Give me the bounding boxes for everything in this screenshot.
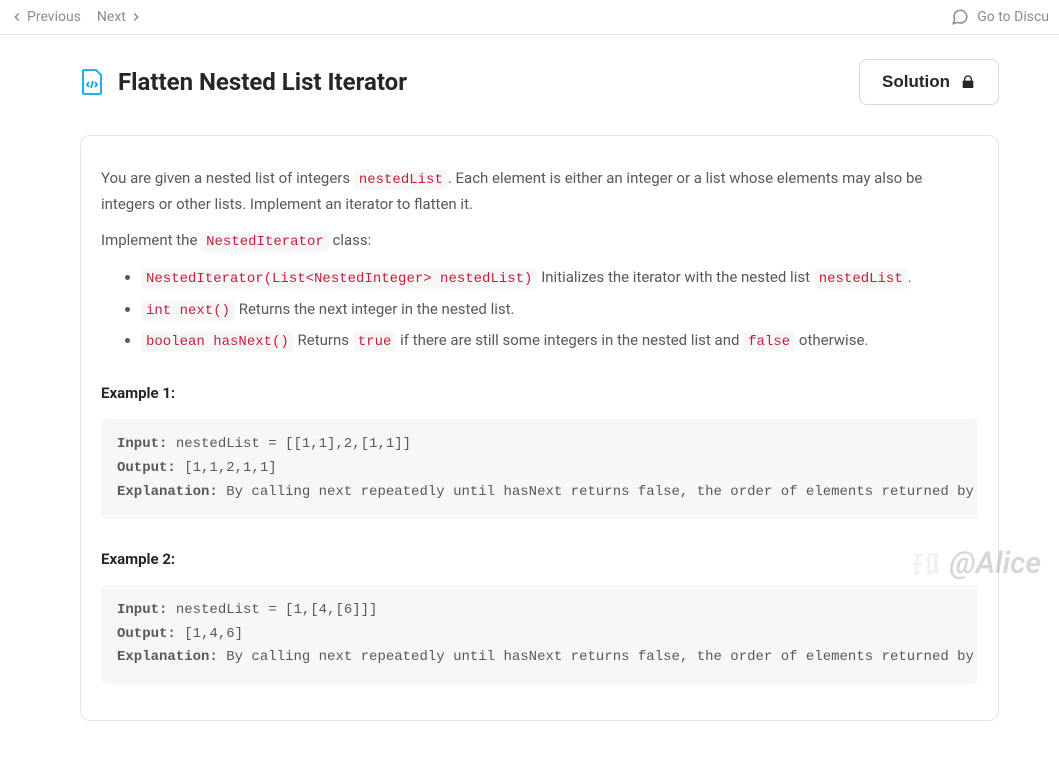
code-true: true [353,332,397,352]
example-2-block: Input: nestedList = [1,[4,[6]]] Output: … [101,585,978,684]
chevron-left-icon [10,10,24,24]
discuss-label: Go to Discu [977,6,1049,28]
code-hasnext: boolean hasNext() [141,332,294,352]
title-wrap: Flatten Nested List Iterator [80,63,407,101]
list-item: NestedIterator(List<NestedInteger> neste… [141,265,978,290]
code-constructor: NestedIterator(List<NestedInteger> neste… [141,269,537,289]
comment-icon [951,8,969,26]
prev-link[interactable]: Previous [10,6,81,28]
main-container: Flatten Nested List Iterator Solution Yo… [0,59,1059,761]
next-link[interactable]: Next [97,6,143,28]
lock-icon [960,74,976,90]
paragraph-intro: You are given a nested list of integers … [101,166,978,215]
code-false: false [743,332,795,352]
chevron-right-icon [129,10,143,24]
solution-label: Solution [882,72,950,92]
content-card: You are given a nested list of integers … [80,135,999,721]
list-item: boolean hasNext() Returns true if there … [141,328,978,353]
discuss-link[interactable]: Go to Discu [951,6,1049,28]
example-2-label: Example 2: [101,547,978,571]
page-title: Flatten Nested List Iterator [118,63,407,101]
header-row: Flatten Nested List Iterator Solution [80,59,999,105]
next-label: Next [97,6,126,28]
nav-left: Previous Next [10,6,143,28]
example-1-label: Example 1: [101,381,978,405]
example-1-block: Input: nestedList = [[1,1],2,[1,1]] Outp… [101,419,978,518]
code-file-icon [80,68,104,96]
prev-label: Previous [27,6,81,28]
method-list: NestedIterator(List<NestedInteger> neste… [101,265,978,353]
list-item: int next() Returns the next integer in t… [141,297,978,322]
solution-button[interactable]: Solution [859,59,999,105]
code-nestedlist: nestedList [354,170,448,190]
code-next: int next() [141,301,235,321]
code-param: nestedList [814,269,908,289]
code-nestediterator: NestedIterator [201,232,329,252]
top-nav: Previous Next Go to Discu [0,0,1059,35]
paragraph-implement: Implement the NestedIterator class: [101,228,978,253]
